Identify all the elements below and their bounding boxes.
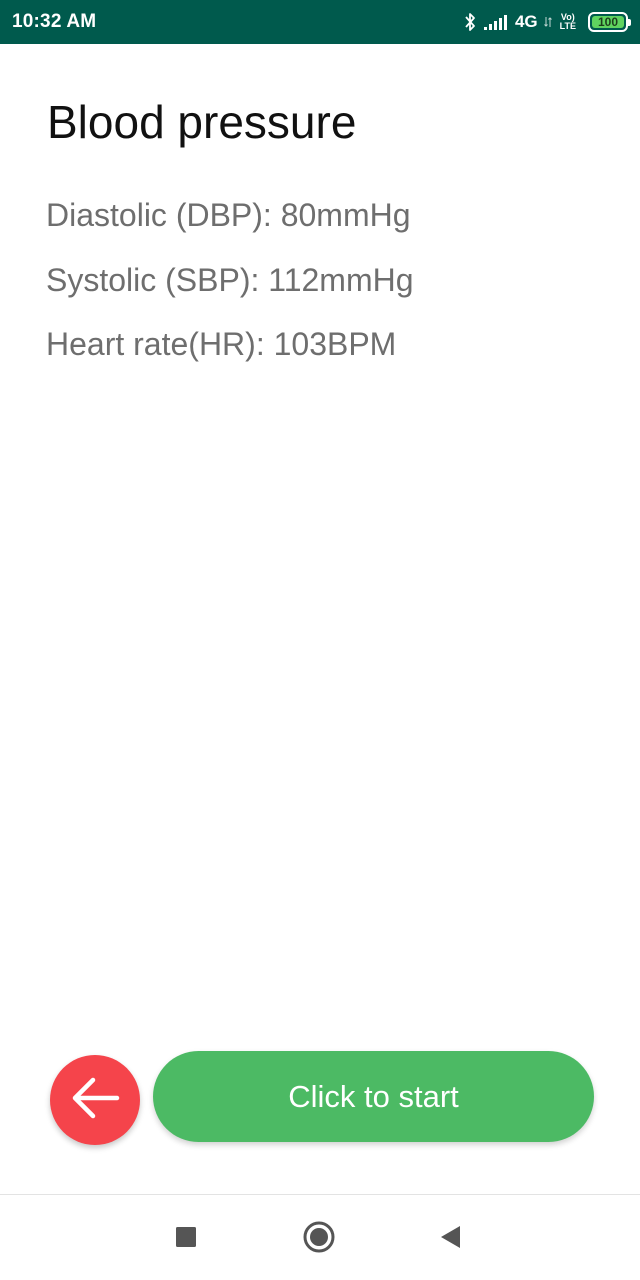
battery-level: 100 (597, 15, 619, 29)
systolic-reading: Systolic (SBP): 112mmHg (46, 262, 414, 298)
signal-icon (483, 13, 509, 31)
bluetooth-icon (463, 11, 477, 33)
arrow-left-icon (69, 1076, 121, 1125)
volte-bottom-label: LTE (559, 21, 576, 31)
data-arrows-icon (543, 15, 552, 29)
nav-bar (0, 1195, 640, 1280)
battery-icon: 100 (588, 12, 631, 32)
network-type: 4G (514, 12, 538, 31)
status-time: 10:32 AM (12, 11, 97, 32)
volte-indicator: Vo) LTE (560, 13, 576, 31)
diastolic-reading: Diastolic (DBP): 80mmHg (46, 197, 411, 233)
screen: 10:32 AM 4G Vo) LTE 100 Blood pressure D… (0, 0, 640, 1280)
page-title: Blood pressure (47, 96, 357, 148)
home-button[interactable] (299, 1219, 339, 1259)
home-icon (302, 1220, 336, 1259)
recents-button[interactable] (166, 1219, 206, 1259)
back-button[interactable] (50, 1055, 140, 1145)
recents-icon (175, 1226, 197, 1253)
start-button[interactable]: Click to start (153, 1051, 594, 1142)
back-icon (438, 1225, 462, 1254)
status-bar: 10:32 AM 4G Vo) LTE 100 (0, 0, 640, 44)
nav-back-button[interactable] (430, 1219, 470, 1259)
status-icons: 4G Vo) LTE 100 (463, 11, 631, 33)
heart-rate-reading: Heart rate(HR): 103BPM (46, 326, 397, 362)
